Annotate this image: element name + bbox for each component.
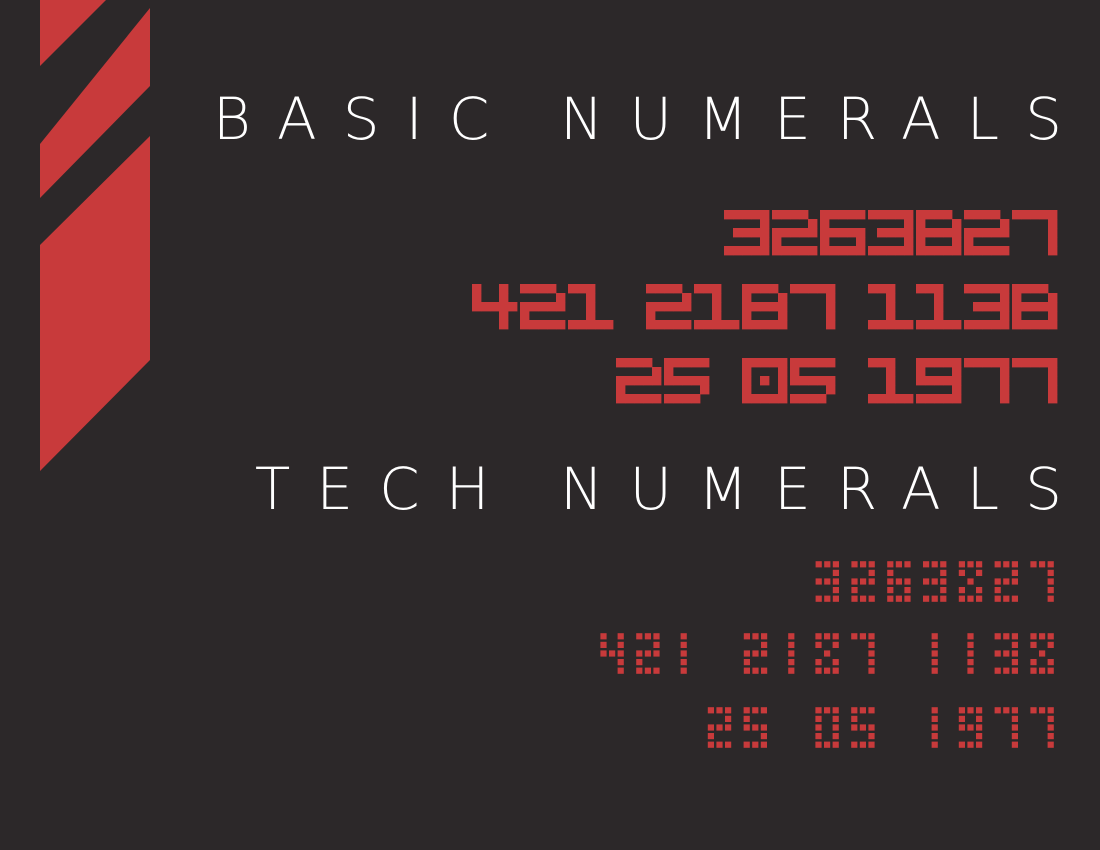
numeral-digit-1 [967,633,974,674]
tech-numeral-line-1 [815,561,1054,602]
numeral-digit-5 [664,358,710,404]
numeral-digit-2 [994,561,1018,602]
numeral-digit-4 [472,284,518,330]
numeral-digit-1 [931,633,938,674]
numeral-digit-7 [964,358,1010,404]
numeral-digit-3 [964,284,1010,330]
numeral-digit-7 [994,707,1018,748]
numeral-digit-2 [646,284,692,330]
numeral-digit-2 [772,210,818,256]
numeral-digit-2 [707,707,732,748]
numeral-digit-1 [931,707,938,748]
numeral-digit-2 [520,284,566,330]
numeral-digit-2 [616,358,662,404]
numeral-digit-1 [680,633,687,674]
numeral-digit-1 [788,633,795,674]
numeral-digit-8 [1012,284,1058,330]
numeral-digit-5 [743,707,767,748]
numeral-digit-2 [851,561,875,602]
numeral-digit-7 [1012,210,1058,256]
numeral-digit-8 [1030,633,1054,674]
numeral-digit-0 [742,358,788,404]
numeral-digit-7 [1030,561,1054,602]
numeral-digit-3 [724,210,770,256]
numeral-digit-8 [958,561,983,602]
numeral-digit-3 [994,633,1018,674]
basic-numeral-line-2 [472,284,1058,330]
numeral-digit-5 [851,707,875,748]
tech-numeral-line-3 [707,707,1054,748]
tech-numeral-line-2 [600,633,1054,674]
numeral-digit-2 [636,633,660,674]
font-specimen-page: BASIC NUMERALS TECH NUMERALS [0,0,1100,850]
basic-numeral-line-3 [616,358,1058,404]
numeral-digit-1 [568,284,614,330]
numeral-digit-2 [743,633,768,674]
numeral-digit-9 [958,707,983,748]
numeral-samples [472,210,1058,748]
numeral-digit-7 [1030,707,1054,748]
numeral-digit-1 [916,284,962,330]
numeral-digit-7 [790,284,836,330]
numeral-digit-2 [964,210,1010,256]
numeral-digit-5 [790,358,836,404]
numeral-digit-4 [600,633,624,674]
numeral-digit-1 [868,358,914,404]
numeral-digit-8 [742,284,788,330]
numeral-digit-8 [815,633,839,674]
numeral-digit-3 [868,210,914,256]
numeral-digit-6 [887,561,911,602]
numeral-digit-6 [820,210,866,256]
numeral-digit-3 [815,561,839,602]
numeral-digit-3 [923,561,947,602]
numeral-digit-7 [1012,358,1058,404]
numeral-digit-1 [868,284,914,330]
numeral-digit-9 [916,358,962,404]
numeral-digit-1 [694,284,740,330]
basic-numeral-line-1 [724,210,1058,256]
numeral-digit-0 [815,707,839,748]
numeral-digit-7 [851,633,875,674]
numeral-digit-8 [916,210,962,256]
